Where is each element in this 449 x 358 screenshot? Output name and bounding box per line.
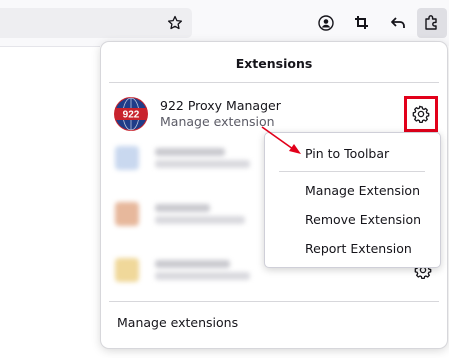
- panel-title: Extensions: [235, 56, 313, 71]
- menu-separator: [279, 171, 425, 172]
- account-icon: [318, 15, 334, 31]
- menu-item-manage-extension[interactable]: Manage Extension: [305, 183, 420, 198]
- extensions-button[interactable]: [417, 8, 447, 38]
- extension-context-menu: Pin to Toolbar Manage Extension Remove E…: [264, 132, 441, 268]
- back-arrow-icon: [391, 17, 405, 28]
- star-icon: [167, 15, 183, 30]
- extensions-puzzle-icon: [425, 15, 437, 30]
- toolbar-divider: [0, 46, 100, 47]
- extension-logo: 922: [114, 97, 148, 131]
- extension-settings-button[interactable]: [404, 96, 438, 132]
- menu-item-pin-to-toolbar[interactable]: Pin to Toolbar: [305, 146, 389, 161]
- extension-subtitle: Manage extension: [160, 114, 275, 129]
- screenshot-button[interactable]: [347, 8, 377, 38]
- menu-item-remove-extension[interactable]: Remove Extension: [305, 212, 421, 227]
- extension-name[interactable]: 922 Proxy Manager: [160, 98, 281, 113]
- panel-divider: [109, 301, 439, 302]
- panel-divider: [109, 82, 439, 83]
- screenshot-crop-icon: [355, 16, 368, 29]
- extension-logo-text: 922: [123, 110, 140, 121]
- gear-icon: [412, 105, 430, 123]
- browser-toolbar: [0, 0, 449, 46]
- back-button[interactable]: [383, 8, 413, 38]
- account-button[interactable]: [311, 8, 341, 38]
- menu-item-report-extension[interactable]: Report Extension: [305, 241, 412, 256]
- bookmark-star-button[interactable]: [160, 8, 190, 38]
- manage-extensions-link[interactable]: Manage extensions: [117, 315, 238, 330]
